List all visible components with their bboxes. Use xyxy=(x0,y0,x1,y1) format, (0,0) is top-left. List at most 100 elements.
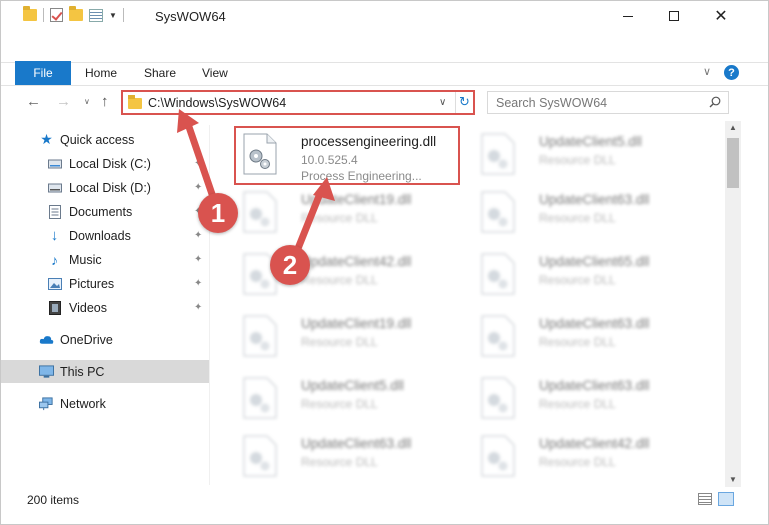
maximize-icon xyxy=(669,11,679,21)
vertical-scrollbar[interactable]: ▲ ▼ xyxy=(725,121,741,487)
sidebar-item-label: This PC xyxy=(60,364,105,379)
file-description: Resource DLL xyxy=(539,335,616,349)
tab-share[interactable]: Share xyxy=(144,61,176,85)
sidebar-item-videos[interactable]: Videos ✦ xyxy=(1,296,209,319)
file-item[interactable]: UpdateClient42.dll Resource DLL xyxy=(467,427,707,485)
rename-icon[interactable] xyxy=(89,8,103,22)
sidebar-item-local-disk-d[interactable]: Local Disk (D:) ✦ xyxy=(1,176,209,199)
file-item[interactable]: UpdateClient65.dll Resource DLL xyxy=(467,245,707,303)
file-name: UpdateClient63.dll xyxy=(539,316,650,331)
file-name: UpdateClient5.dll xyxy=(301,378,404,393)
address-bar[interactable]: C:\Windows\SysWOW64 ∨ ↻ xyxy=(121,90,475,115)
pin-icon[interactable]: ✦ xyxy=(194,182,202,193)
sidebar-item-quick-access[interactable]: ★ Quick access xyxy=(1,128,209,151)
tiles-view-icon[interactable] xyxy=(718,492,734,506)
file-name: UpdateClient42.dll xyxy=(301,254,412,269)
scroll-down-icon[interactable]: ▼ xyxy=(729,475,737,484)
documents-icon xyxy=(47,204,62,219)
sidebar-item-label: Local Disk (C:) xyxy=(69,156,151,171)
file-item[interactable]: UpdateClient19.dll Resource DLL xyxy=(229,183,469,241)
file-description: Resource DLL xyxy=(301,273,378,287)
file-description: Resource DLL xyxy=(539,397,616,411)
file-item[interactable]: UpdateClient19.dll Resource DLL xyxy=(229,307,469,365)
forward-button[interactable]: → xyxy=(56,93,71,110)
sidebar-item-label: Pictures xyxy=(69,276,115,291)
help-icon[interactable]: ? xyxy=(724,65,739,80)
address-dropdown-icon[interactable]: ∨ xyxy=(439,97,446,108)
file-item[interactable]: UpdateClient5.dll Resource DLL xyxy=(229,369,469,427)
file-name: UpdateClient65.dll xyxy=(539,254,650,269)
refresh-icon[interactable]: ↻ xyxy=(459,94,470,110)
file-description: Resource DLL xyxy=(301,455,378,469)
file-name: UpdateClient19.dll xyxy=(301,316,412,331)
toolbar-separator xyxy=(43,8,44,22)
details-view-icon[interactable] xyxy=(698,493,712,505)
search-input[interactable]: Search SysWOW64 xyxy=(487,91,729,114)
pin-icon[interactable]: ✦ xyxy=(194,254,202,265)
pin-icon[interactable]: ✦ xyxy=(194,230,202,241)
sidebar-item-label: OneDrive xyxy=(60,332,113,347)
file-item[interactable]: UpdateClient63.dll Resource DLL xyxy=(467,369,707,427)
dll-file-icon xyxy=(481,133,515,175)
file-name: UpdateClient5.dll xyxy=(539,134,642,149)
tab-home[interactable]: Home xyxy=(85,61,117,85)
minimize-button[interactable] xyxy=(605,1,651,31)
scroll-up-icon[interactable]: ▲ xyxy=(729,123,737,132)
sidebar-item-local-disk-c[interactable]: Local Disk (C:) ✦ xyxy=(1,152,209,175)
dll-file-icon xyxy=(481,253,515,295)
file-description: Resource DLL xyxy=(539,455,616,469)
tab-file[interactable]: File xyxy=(15,61,71,85)
dll-file-icon xyxy=(243,377,277,419)
sidebar-item-documents[interactable]: Documents ✦ xyxy=(1,200,209,223)
callout-step-2: 2 xyxy=(270,245,310,285)
file-item[interactable]: UpdateClient63.dll Resource DLL xyxy=(467,183,707,241)
highlight-box-file xyxy=(234,126,460,185)
file-item[interactable]: UpdateClient5.dll Resource DLL xyxy=(467,125,707,183)
item-count: 200 items xyxy=(27,493,80,507)
properties-check-icon[interactable] xyxy=(50,8,63,22)
file-description: Resource DLL xyxy=(301,211,378,225)
pin-icon[interactable]: ✦ xyxy=(194,302,202,313)
address-divider xyxy=(455,92,456,113)
up-button[interactable]: ↑ xyxy=(101,93,109,110)
search-icon[interactable] xyxy=(709,96,721,108)
file-item[interactable]: UpdateClient42.dll Resource DLL xyxy=(229,245,469,303)
scrollbar-thumb[interactable] xyxy=(727,138,739,188)
pin-icon[interactable]: ✦ xyxy=(194,158,202,169)
dll-file-icon xyxy=(243,191,277,233)
sidebar-item-network[interactable]: Network xyxy=(1,392,209,415)
status-bar: 200 items xyxy=(1,487,768,512)
pin-icon[interactable]: ✦ xyxy=(194,278,202,289)
maximize-button[interactable] xyxy=(651,1,697,31)
expand-ribbon-chevron-icon[interactable]: ∨ xyxy=(703,65,711,78)
sidebar-item-this-pc[interactable]: This PC xyxy=(1,360,209,383)
file-name: UpdateClient63.dll xyxy=(539,378,650,393)
sidebar-item-pictures[interactable]: Pictures ✦ xyxy=(1,272,209,295)
file-description: Resource DLL xyxy=(539,211,616,225)
sidebar-item-label: Network xyxy=(60,396,106,411)
file-item[interactable]: UpdateClient63.dll Resource DLL xyxy=(467,307,707,365)
dll-file-icon xyxy=(243,435,277,477)
file-item[interactable]: UpdateClient63.dll Resource DLL xyxy=(229,427,469,485)
back-button[interactable]: ← xyxy=(26,93,41,110)
dll-file-icon xyxy=(481,435,515,477)
close-button[interactable]: ✕ xyxy=(698,1,744,31)
sidebar-item-label: Downloads xyxy=(69,228,131,243)
address-path[interactable]: C:\Windows\SysWOW64 xyxy=(148,96,286,110)
star-icon: ★ xyxy=(40,131,53,147)
tab-view[interactable]: View xyxy=(202,61,228,85)
computer-icon xyxy=(39,364,54,379)
customize-toolbar-dropdown-icon[interactable]: ▼ xyxy=(109,11,117,20)
pictures-icon xyxy=(47,277,62,291)
recent-locations-chevron-icon[interactable]: ∨ xyxy=(84,97,90,106)
sidebar-item-label: Music xyxy=(69,252,102,267)
search-placeholder: Search SysWOW64 xyxy=(496,96,608,110)
title-bar: ▼ SysWOW64 ✕ xyxy=(1,1,768,31)
sidebar-item-onedrive[interactable]: OneDrive xyxy=(1,328,209,351)
new-folder-icon[interactable] xyxy=(69,6,83,21)
sidebar-item-downloads[interactable]: ↓ Downloads ✦ xyxy=(1,224,209,247)
sidebar-item-music[interactable]: ♪ Music ✦ xyxy=(1,248,209,271)
folder-icon xyxy=(128,95,142,109)
file-description: Resource DLL xyxy=(539,273,616,287)
cloud-icon xyxy=(39,333,54,347)
